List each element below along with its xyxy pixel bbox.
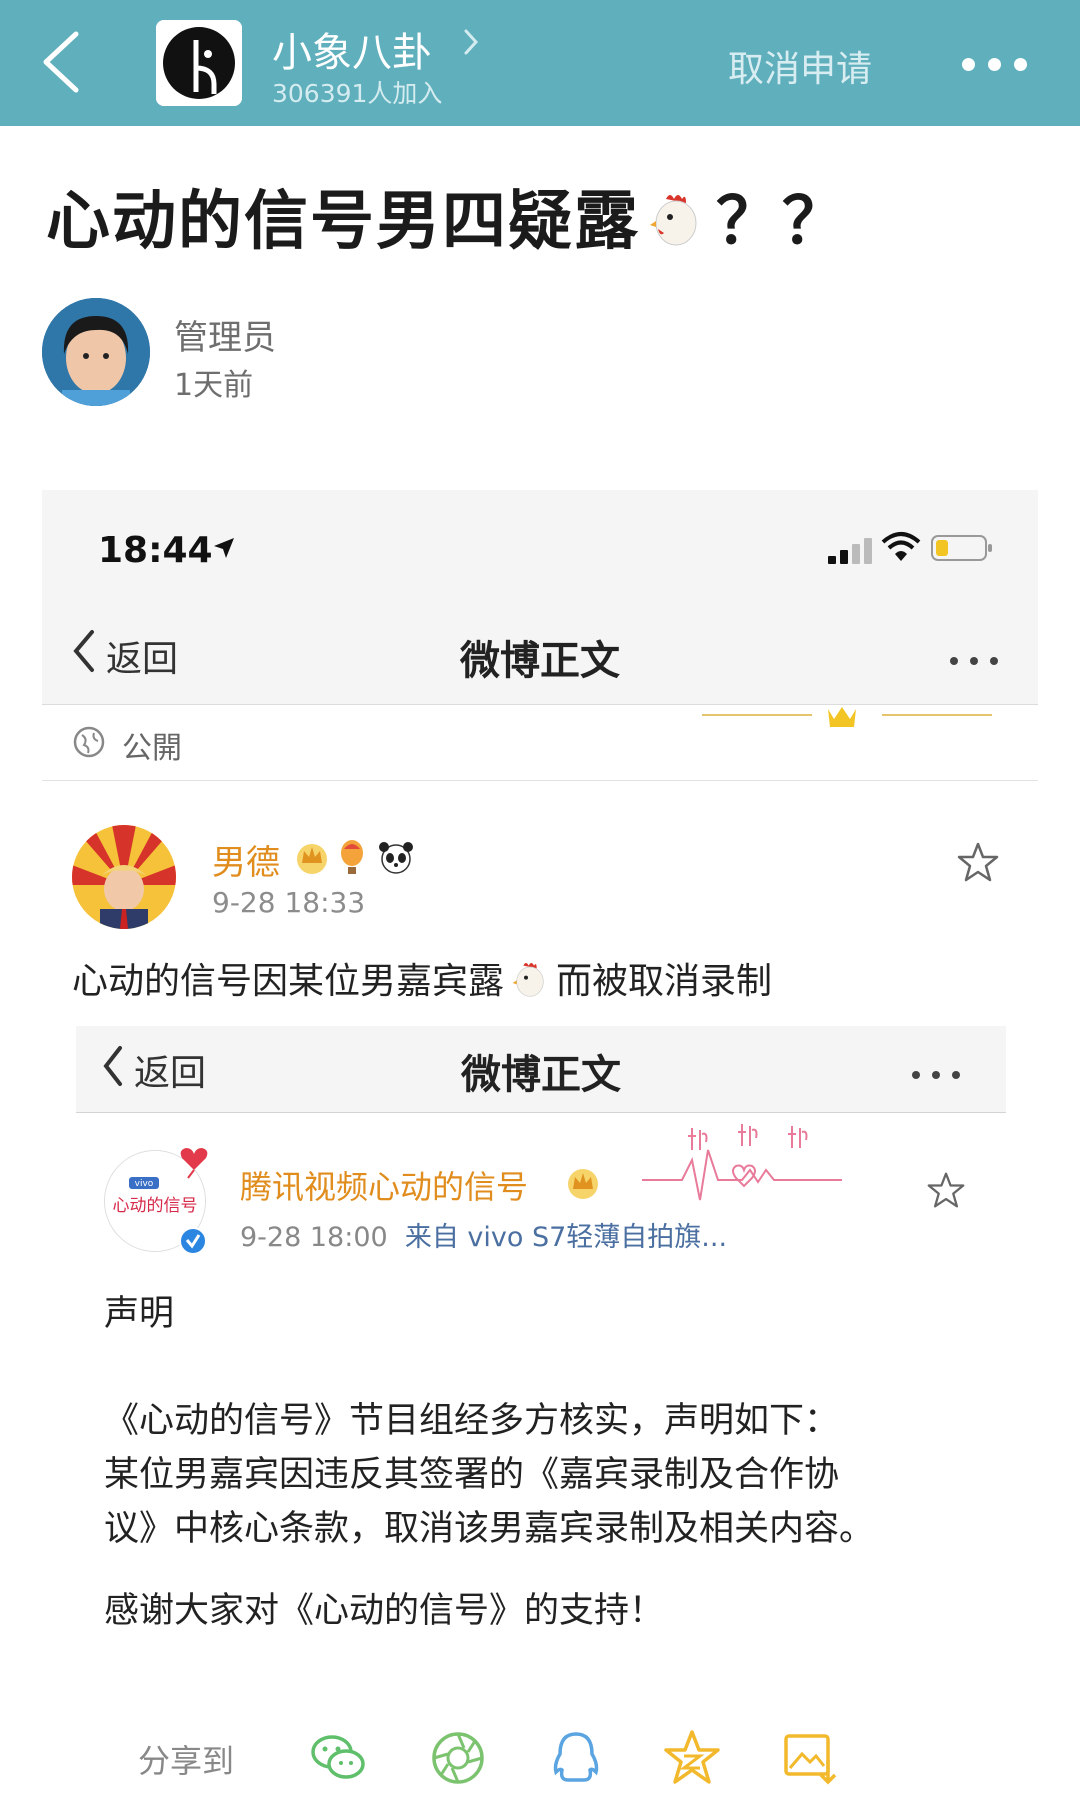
weibo-post-time: 9-28 18:33 [212, 886, 366, 919]
author-name[interactable]: 管理员 [174, 310, 276, 359]
heartbeat-decoration-icon [642, 1120, 842, 1230]
svg-text:心动的信号: 心动的信号 [113, 1196, 198, 1216]
visibility-label: 公開 [122, 731, 182, 766]
more-icon[interactable] [912, 1064, 972, 1079]
post-title-text: 心动的信号男四疑露 [46, 185, 640, 259]
statement-line: 《心动的信号》节目组经多方核实，声明如下： [104, 1401, 840, 1441]
weibo-user-avatar[interactable] [72, 825, 176, 929]
statement-line: 某位男嘉宾因违反其签署的《嘉宾录制及合作协 [104, 1455, 840, 1495]
more-icon[interactable] [962, 56, 1058, 72]
inner-nav-bar: 返回 微博正文 [76, 1026, 1006, 1113]
chicken-emoji-icon [510, 959, 550, 999]
weibo-post-text: 心动的信号因某位男嘉宾露 而被取消录制 [72, 952, 772, 1004]
chevron-right-icon[interactable] [460, 25, 482, 59]
status-clock: 18:44 [98, 530, 213, 571]
user-badges [292, 835, 452, 879]
signal-icon [826, 534, 886, 566]
panda-icon [379, 842, 413, 874]
group-logo-icon[interactable] [156, 20, 242, 106]
balloon-icon [341, 840, 363, 874]
svg-text:vivo: vivo [135, 1179, 154, 1189]
inner-nav-title: 微博正文 [461, 1052, 621, 1098]
weibo-text-part2: 而被取消录制 [556, 961, 773, 1002]
weibo-user-name[interactable]: 男德 [212, 835, 280, 884]
tencent-post-time: 9-28 18:00 [240, 1222, 388, 1253]
post-title: 心动的信号男四疑露 ？？ [46, 170, 848, 262]
heart-balloon-icon [174, 1140, 214, 1180]
post-time: 1天前 [174, 368, 254, 403]
visibility-row: 公開 [42, 705, 1038, 781]
back-arrow-icon[interactable] [28, 22, 98, 102]
crown-icon [564, 1164, 602, 1202]
star-icon[interactable] [956, 840, 1000, 884]
statement-body: 《心动的信号》节目组经多方核实，声明如下： 某位男嘉宾因违反其签署的《嘉宾录制及… [104, 1394, 994, 1556]
statement-thanks: 感谢大家对《心动的信号》的支持！ [104, 1591, 665, 1631]
star-icon[interactable] [926, 1170, 966, 1210]
cancel-request-button[interactable]: 取消申请 [728, 40, 872, 92]
wifi-icon [880, 530, 922, 564]
verified-icon [178, 1226, 208, 1256]
crown-icon [297, 844, 327, 874]
weibo-text-part1: 心动的信号因某位男嘉宾露 [72, 961, 505, 1002]
tencent-video-name[interactable]: 腾讯视频心动的信号 [240, 1162, 528, 1208]
wechat-icon[interactable] [308, 1728, 368, 1788]
qzone-icon[interactable] [662, 1728, 722, 1788]
nav-title: 微博正文 [460, 638, 620, 684]
location-arrow-icon [210, 534, 238, 562]
post-title-suffix: ？？ [716, 185, 848, 259]
qq-icon[interactable] [546, 1728, 606, 1788]
statement-title: 声明 [104, 1294, 175, 1334]
top-header: 小象八卦 306391人加入 取消申请 [0, 0, 1080, 126]
group-name[interactable]: 小象八卦 [272, 20, 432, 78]
member-count: 306391人加入 [272, 79, 443, 108]
save-image-icon[interactable] [780, 1728, 840, 1788]
moments-icon[interactable] [428, 1728, 488, 1788]
globe-icon [72, 725, 106, 759]
weibo-nav-bar: 返回 微博正文 [42, 600, 1038, 705]
share-label: 分享到 [138, 1742, 235, 1780]
embedded-screenshot[interactable]: 18:44 返回 微博正文 公開 男德 9-28 18:33 心动的信号因某位男… [42, 490, 1038, 1819]
status-bar: 18:44 [42, 490, 1038, 600]
chicken-emoji-icon [646, 189, 706, 249]
battery-icon [930, 532, 994, 564]
author-avatar[interactable] [42, 298, 150, 406]
statement-line: 议》中核心条款，取消该男嘉宾录制及相关内容。 [104, 1509, 875, 1549]
more-icon[interactable] [950, 650, 1010, 665]
crown-decoration-icon [702, 705, 992, 745]
